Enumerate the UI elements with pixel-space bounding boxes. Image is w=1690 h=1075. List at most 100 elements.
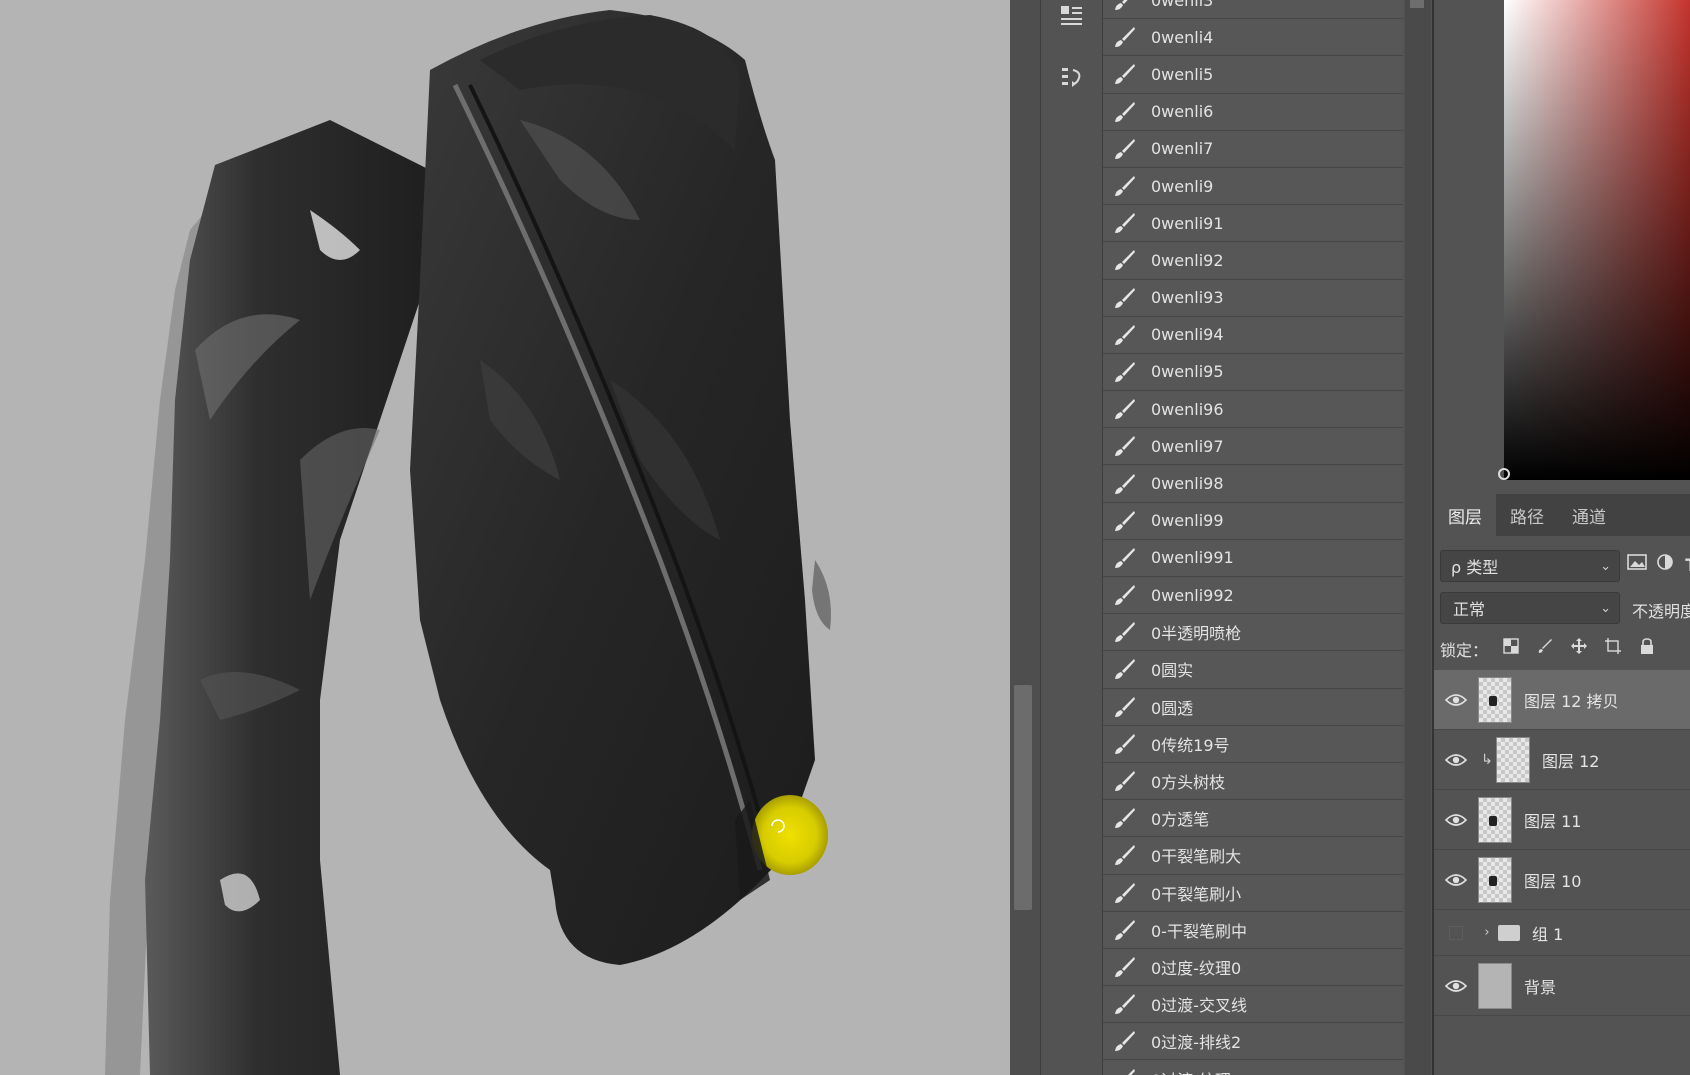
brush-preset-row[interactable]: 0方头树枝 bbox=[1103, 762, 1403, 801]
layer-row[interactable]: 图层 12 拷贝 bbox=[1434, 670, 1690, 730]
brush-list-scrollbar[interactable] bbox=[1405, 0, 1431, 1075]
document-canvas[interactable] bbox=[0, 0, 1010, 1075]
history-icon[interactable] bbox=[1057, 64, 1087, 94]
lock-paint-icon[interactable] bbox=[1534, 638, 1556, 660]
canvas-scroll-thumb[interactable] bbox=[1014, 685, 1032, 910]
brush-icon bbox=[1113, 397, 1137, 421]
brush-preset-row[interactable]: 0过渡-纹理 bbox=[1103, 1060, 1403, 1075]
brush-preset-row[interactable]: 0干裂笔刷小 bbox=[1103, 874, 1403, 912]
brush-preset-row[interactable]: 0wenli99 bbox=[1103, 502, 1403, 540]
eye-icon[interactable] bbox=[1434, 730, 1478, 789]
brush-preset-row[interactable]: 0wenli97 bbox=[1103, 428, 1403, 466]
brush-preset-row[interactable]: 0wenli991 bbox=[1103, 539, 1403, 577]
brush-preset-row[interactable]: 0wenli95 bbox=[1103, 353, 1403, 392]
brush-preset-row[interactable]: 0wenli94 bbox=[1103, 316, 1403, 354]
layer-name: 图层 12 拷贝 bbox=[1524, 691, 1619, 711]
brush-icon bbox=[1113, 0, 1137, 12]
blend-mode-value: 正常 bbox=[1453, 600, 1486, 619]
layer-name: 图层 10 bbox=[1524, 871, 1582, 891]
layer-filter-select[interactable]: ρ 类型 ⌄ bbox=[1440, 550, 1620, 582]
chevron-down-icon: ⌄ bbox=[1600, 558, 1611, 574]
color-picker-cursor[interactable] bbox=[1498, 468, 1510, 480]
eye-icon[interactable] bbox=[1434, 850, 1478, 909]
brush-preset-name: 0wenli98 bbox=[1151, 474, 1224, 494]
tab-channels[interactable]: 通道 bbox=[1558, 494, 1620, 536]
brush-preset-row[interactable]: 0圆实 bbox=[1103, 651, 1403, 689]
brush-preset-row[interactable]: 0传统19号 bbox=[1103, 725, 1403, 763]
brush-preset-row[interactable]: 0wenli93 bbox=[1103, 279, 1403, 317]
brush-icon bbox=[1113, 918, 1137, 942]
brush-preset-row[interactable]: 0wenli5 bbox=[1103, 56, 1403, 94]
brush-preset-row[interactable]: 0圆透 bbox=[1103, 688, 1403, 726]
brush-preset-row[interactable]: 0过渡-交叉线 bbox=[1103, 986, 1403, 1024]
chevron-right-icon[interactable]: › bbox=[1478, 925, 1496, 940]
eye-icon[interactable] bbox=[1434, 956, 1478, 1015]
brush-preset-row[interactable]: 0wenli4 bbox=[1103, 19, 1403, 57]
brush-preset-row[interactable]: 0过度-纹理0 bbox=[1103, 948, 1403, 987]
brush-preset-row[interactable]: 0-干裂笔刷中 bbox=[1103, 911, 1403, 949]
tab-layers[interactable]: 图层 bbox=[1434, 494, 1496, 536]
lock-transparent-icon[interactable] bbox=[1500, 638, 1522, 660]
brush-preset-name: 0过渡-纹理 bbox=[1151, 1067, 1231, 1075]
type-filter-icon[interactable]: T bbox=[1678, 552, 1690, 580]
brush-preset-row[interactable]: 0wenli92 bbox=[1103, 242, 1403, 280]
brush-preset-name: 0干裂笔刷大 bbox=[1151, 847, 1242, 867]
brush-scroll-thumb[interactable] bbox=[1410, 0, 1424, 8]
layer-panel-tabs: 图层 路径 通道 bbox=[1434, 494, 1690, 536]
brush-preset-row[interactable]: 0wenli6 bbox=[1103, 93, 1403, 131]
lock-row: 锁定： bbox=[1440, 632, 1690, 666]
brush-icon bbox=[1113, 843, 1137, 867]
brush-preset-row[interactable]: 0wenli992 bbox=[1103, 577, 1403, 615]
brush-preset-name: 0wenli97 bbox=[1151, 436, 1224, 456]
eye-icon[interactable] bbox=[1434, 790, 1478, 849]
brush-preset-row[interactable]: 0方透笔 bbox=[1103, 800, 1403, 838]
brush-preset-name: 0wenli92 bbox=[1151, 250, 1224, 270]
brush-preset-row[interactable]: 0wenli3 bbox=[1103, 0, 1403, 20]
canvas-vertical-scrollbar[interactable] bbox=[1010, 0, 1040, 1075]
image-filter-icon[interactable] bbox=[1624, 552, 1650, 580]
brush-preset-row[interactable]: 0wenli96 bbox=[1103, 391, 1403, 429]
brush-preset-name: 0传统19号 bbox=[1151, 735, 1230, 755]
brush-preset-row[interactable]: 0wenli91 bbox=[1103, 205, 1403, 243]
brush-preset-name: 0-干裂笔刷中 bbox=[1151, 921, 1247, 941]
brush-preset-row[interactable]: 0半透明喷枪 bbox=[1103, 614, 1403, 652]
lock-artboard-icon[interactable] bbox=[1602, 638, 1624, 660]
brush-icon bbox=[1113, 211, 1137, 235]
brush-preset-name: 0方头树枝 bbox=[1151, 773, 1226, 793]
brush-icon bbox=[1113, 992, 1137, 1016]
brush-preset-name: 0wenli95 bbox=[1151, 362, 1224, 382]
layers-panel: 图层 路径 通道 ρ 类型 ⌄ T 正常 ⌄ 不透明度 锁定： bbox=[1434, 494, 1690, 1075]
brush-preset-name: 0圆实 bbox=[1151, 661, 1194, 681]
brush-preset-name: 0过度-纹理0 bbox=[1151, 958, 1242, 978]
brush-icon bbox=[1113, 1067, 1137, 1075]
adjustment-filter-icon[interactable] bbox=[1652, 552, 1678, 580]
brush-icon bbox=[1113, 769, 1137, 793]
thumbnail-mark bbox=[1489, 875, 1497, 886]
brush-preset-name: 0wenli5 bbox=[1151, 64, 1214, 84]
lock-all-icon[interactable] bbox=[1636, 638, 1658, 660]
eye-icon[interactable] bbox=[1434, 670, 1478, 729]
layer-row[interactable]: ↳ 图层 12 bbox=[1434, 730, 1690, 790]
layer-row[interactable]: › 组 1 bbox=[1434, 910, 1690, 956]
layer-row[interactable]: 背景 bbox=[1434, 956, 1690, 1016]
brush-preset-row[interactable]: 0过渡-排线2 bbox=[1103, 1023, 1403, 1061]
brush-preset-name: 0方透笔 bbox=[1151, 810, 1210, 830]
layer-thumbnail bbox=[1478, 962, 1512, 1009]
brush-preset-name: 0wenli99 bbox=[1151, 511, 1224, 531]
brush-icon bbox=[1113, 657, 1137, 681]
brush-preset-row[interactable]: 0wenli98 bbox=[1103, 465, 1403, 503]
brush-preset-row[interactable]: 0干裂笔刷大 bbox=[1103, 837, 1403, 875]
color-saturation-field[interactable] bbox=[1504, 0, 1690, 480]
brush-preset-row[interactable]: 0wenli9 bbox=[1103, 167, 1403, 206]
layer-name: 背景 bbox=[1524, 977, 1557, 997]
properties-icon[interactable] bbox=[1057, 2, 1087, 32]
brush-preset-row[interactable]: 0wenli7 bbox=[1103, 130, 1403, 168]
blend-mode-select[interactable]: 正常 ⌄ bbox=[1440, 592, 1620, 624]
layer-row[interactable]: 图层 11 bbox=[1434, 790, 1690, 850]
lock-move-icon[interactable] bbox=[1568, 638, 1590, 660]
tab-paths[interactable]: 路径 bbox=[1496, 494, 1558, 536]
brush-preset-name: 0干裂笔刷小 bbox=[1151, 884, 1242, 904]
brush-icon bbox=[1113, 546, 1137, 570]
layer-row[interactable]: 图层 10 bbox=[1434, 850, 1690, 910]
visibility-toggle[interactable] bbox=[1434, 910, 1478, 955]
